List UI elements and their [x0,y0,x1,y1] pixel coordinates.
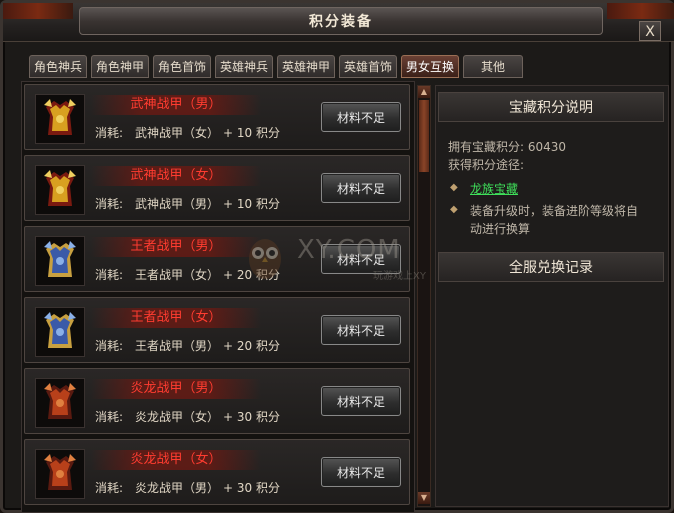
cost-points: + 30 积分 [223,481,280,495]
points-balance: 拥有宝藏积分: 60430 [448,140,567,154]
cost-item: 王者战甲（女） [135,268,220,282]
bullet-icon: ◆ [450,204,458,215]
item-name: 炎龙战甲（女） [91,450,261,470]
cost-label: 消耗: [95,410,124,424]
item-name: 王者战甲（女） [91,308,261,328]
blue-armor-icon [35,307,85,357]
ways-label: 获得积分途径: [448,158,525,172]
item-name: 武神战甲（女） [91,166,261,186]
cost-points: + 10 积分 [223,126,280,140]
right-corner-ornament [607,3,674,19]
scroll-down-icon[interactable]: ▼ [418,492,430,504]
item-name: 炎龙战甲（男） [91,379,261,399]
exchange-button[interactable]: 材料不足 [321,102,401,132]
item-list: 武神战甲（男） 消耗: 武神战甲（女） + 10 积分 材料不足 武神战甲（女）… [21,81,415,513]
dragon-treasure-link[interactable]: 龙族宝藏 [470,182,518,196]
list-item: 王者战甲（男） 消耗: 王者战甲（女） + 20 积分 材料不足 [24,226,410,292]
cost-label: 消耗: [95,126,124,140]
bullet-icon: ◆ [450,182,458,193]
window-title: 积分装备 [79,7,603,35]
exchange-button[interactable]: 材料不足 [321,386,401,416]
item-name: 武神战甲（男） [91,95,261,115]
exchange-button[interactable]: 材料不足 [321,173,401,203]
title-bar: 积分装备 X [3,3,674,42]
list-item: 炎龙战甲（男） 消耗: 炎龙战甲（女） + 30 积分 材料不足 [24,368,410,434]
blue-armor-icon [35,236,85,286]
cost-item: 炎龙战甲（女） [135,410,220,424]
cost-label: 消耗: [95,481,124,495]
cost-item: 武神战甲（女） [135,126,220,140]
cost-points: + 20 积分 [223,268,280,282]
gold-armor-icon [35,94,85,144]
cost-label: 消耗: [95,268,124,282]
tab-hero-weapon[interactable]: 英雄神兵 [215,55,273,78]
list-item: 炎龙战甲（女） 消耗: 炎龙战甲（男） + 30 积分 材料不足 [24,439,410,505]
red-armor-icon [35,449,85,499]
info-panel: 宝藏积分说明 拥有宝藏积分: 60430 获得积分途径: ◆ 龙族宝藏 ◆ 装备… [435,85,669,507]
list-item: 武神战甲（女） 消耗: 武神战甲（男） + 10 积分 材料不足 [24,155,410,221]
tab-role-jewelry[interactable]: 角色首饰 [153,55,211,78]
item-name: 王者战甲（男） [91,237,261,257]
cost-item: 炎龙战甲（男） [135,481,220,495]
tab-hero-jewelry[interactable]: 英雄首饰 [339,55,397,78]
way-upgrade-line2: 动进行换算 [470,222,531,236]
list-item: 王者战甲（女） 消耗: 王者战甲（男） + 20 积分 材料不足 [24,297,410,363]
cost-points: + 20 积分 [223,339,280,353]
points-info-header: 宝藏积分说明 [438,92,664,122]
tab-other[interactable]: 其他 [463,55,523,78]
close-button[interactable]: X [639,21,661,41]
tab-role-weapon[interactable]: 角色神兵 [29,55,87,78]
left-corner-ornament [3,3,73,19]
cost-label: 消耗: [95,339,124,353]
cost-label: 消耗: [95,197,124,211]
way-upgrade-line1: 装备升级时，装备进阶等级将自 [470,204,639,218]
exchange-window: 积分装备 X 角色神兵 角色神甲 角色首饰 英雄神兵 英雄神甲 英雄首饰 男女互… [0,0,674,513]
red-armor-icon [35,378,85,428]
list-scrollbar[interactable]: ▲ ▼ [417,85,431,507]
scroll-thumb[interactable] [419,100,429,172]
tab-hero-armor[interactable]: 英雄神甲 [277,55,335,78]
exchange-records-button[interactable]: 全服兑换记录 [438,252,664,282]
cost-points: + 30 积分 [223,410,280,424]
way-link-dragon-treasure[interactable]: 龙族宝藏 [470,180,518,197]
tab-role-armor[interactable]: 角色神甲 [91,55,149,78]
gold-armor-icon [35,165,85,215]
list-item: 武神战甲（男） 消耗: 武神战甲（女） + 10 积分 材料不足 [24,84,410,150]
scroll-up-icon[interactable]: ▲ [418,86,430,98]
cost-points: + 10 积分 [223,197,280,211]
tab-gender-swap[interactable]: 男女互换 [401,55,459,78]
cost-item: 王者战甲（男） [135,339,220,353]
exchange-button[interactable]: 材料不足 [321,315,401,345]
cost-item: 武神战甲（男） [135,197,220,211]
exchange-button[interactable]: 材料不足 [321,244,401,274]
exchange-button[interactable]: 材料不足 [321,457,401,487]
